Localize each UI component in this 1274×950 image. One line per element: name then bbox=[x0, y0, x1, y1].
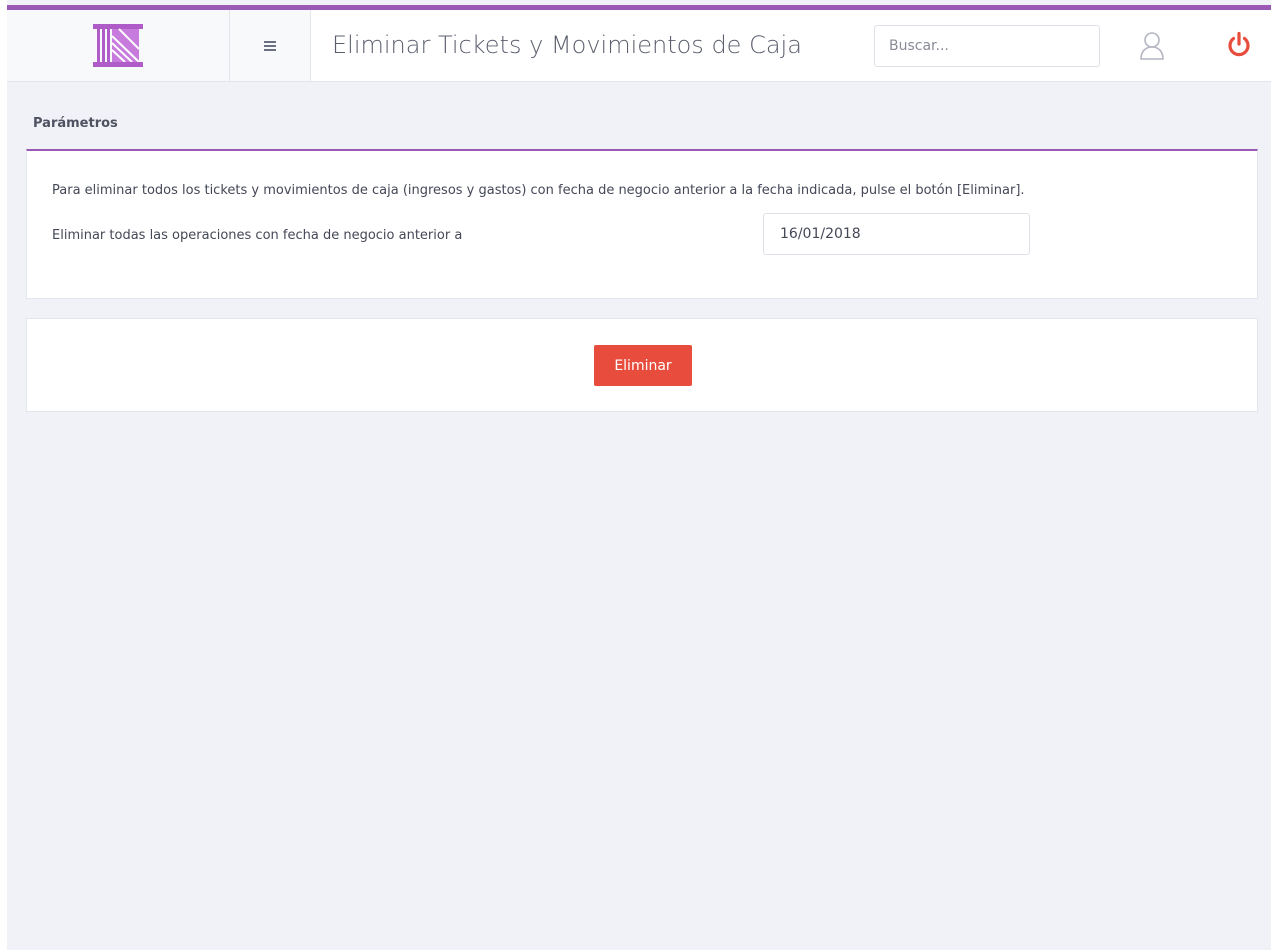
search-input[interactable] bbox=[874, 25, 1100, 67]
topbar: Eliminar Tickets y Movimientos de Caja bbox=[7, 10, 1271, 82]
page-title: Eliminar Tickets y Movimientos de Caja bbox=[332, 31, 802, 59]
date-field-label: Eliminar todas las operaciones con fecha… bbox=[52, 228, 463, 243]
user-icon bbox=[1140, 32, 1164, 60]
parameters-description: Para eliminar todos los tickets y movimi… bbox=[52, 183, 1025, 198]
delete-button[interactable]: Eliminar bbox=[594, 345, 692, 386]
user-profile-button[interactable] bbox=[1137, 30, 1167, 62]
building-columns-logo-icon bbox=[93, 23, 143, 67]
left-page-strip bbox=[0, 0, 7, 950]
app-container: Eliminar Tickets y Movimientos de Caja P… bbox=[7, 0, 1271, 950]
logout-button[interactable] bbox=[1223, 29, 1255, 61]
actions-panel: Eliminar bbox=[26, 318, 1258, 412]
parameters-panel: Para eliminar todos los tickets y movimi… bbox=[26, 149, 1258, 299]
hamburger-menu-icon bbox=[264, 41, 276, 51]
power-off-icon bbox=[1228, 31, 1250, 57]
menu-toggle-button[interactable] bbox=[230, 10, 311, 81]
date-field[interactable] bbox=[763, 213, 1030, 255]
logo-cell[interactable] bbox=[7, 10, 230, 81]
section-title: Parámetros bbox=[33, 116, 118, 131]
